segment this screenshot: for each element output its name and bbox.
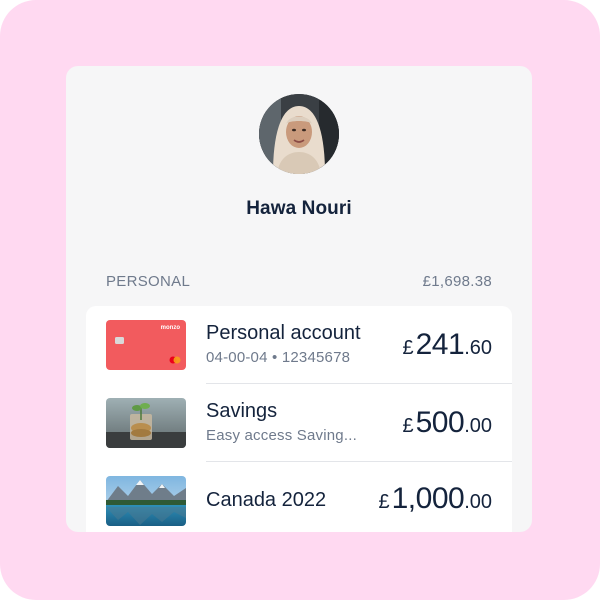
balance-major: 241 <box>415 328 465 361</box>
account-title: Savings <box>206 400 278 422</box>
balance-major: 1,000 <box>391 482 465 515</box>
monzo-card-icon: monzo <box>106 320 186 370</box>
balance-minor: .00 <box>464 491 492 513</box>
account-list: monzo Personal account 04-00-04 • 123456… <box>86 306 512 532</box>
account-row-personal[interactable]: monzo Personal account 04-00-04 • 123456… <box>86 306 512 384</box>
currency-symbol: £ <box>378 491 390 513</box>
balance-major: 500 <box>415 406 465 439</box>
account-subtitle: Easy access Saving... <box>206 427 357 444</box>
mountain-lake-icon <box>106 476 186 526</box>
section-label: PERSONAL <box>106 273 191 290</box>
currency-symbol: £ <box>402 415 414 437</box>
section-total: £1,698.38 <box>422 273 492 290</box>
section-header: PERSONAL £1,698.38 <box>106 273 492 290</box>
currency-symbol: £ <box>402 337 414 359</box>
balance-minor: .00 <box>464 415 492 437</box>
account-subtitle: 04-00-04 • 12345678 <box>206 349 351 366</box>
accounts-panel: Hawa Nouri PERSONAL £1,698.38 monzo Pers… <box>66 66 532 532</box>
profile-avatar[interactable] <box>259 94 339 174</box>
account-balance: £ 241 .60 <box>403 328 493 362</box>
avatar-photo-icon <box>259 94 339 174</box>
account-row-canada[interactable]: Canada 2022 £ 1,000 .00 <box>86 462 512 532</box>
account-balance: £ 500 .00 <box>403 406 493 440</box>
account-balance: £ 1,000 .00 <box>378 482 492 516</box>
account-title: Personal account <box>206 322 361 344</box>
svg-text:monzo: monzo <box>161 325 181 331</box>
pink-background: Hawa Nouri PERSONAL £1,698.38 monzo Pers… <box>0 0 600 600</box>
account-row-savings[interactable]: Savings Easy access Saving... £ 500 .00 <box>86 384 512 462</box>
balance-minor: .60 <box>464 337 492 359</box>
account-title: Canada 2022 <box>206 489 327 511</box>
profile-name: Hawa Nouri <box>246 198 352 219</box>
savings-plant-icon <box>106 398 186 448</box>
